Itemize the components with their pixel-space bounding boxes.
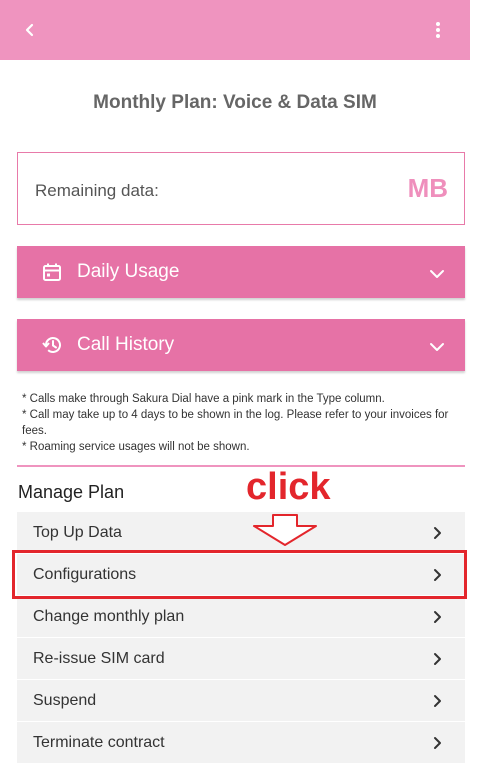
page-title: Monthly Plan: Voice & Data SIM [93, 92, 377, 113]
chevron-right-icon [434, 737, 441, 749]
chevron-right-icon [434, 527, 441, 539]
back-button[interactable] [18, 18, 42, 42]
chevron-left-icon [25, 23, 34, 37]
menu-item-label: Re-issue SIM card [33, 650, 165, 667]
chevron-right-icon [434, 653, 441, 665]
chevron-right-icon [434, 569, 441, 581]
menu-item-configurations[interactable]: Configurations [17, 554, 465, 596]
chevron-down-icon [430, 343, 444, 351]
note-text: * Roaming service usages will not be sho… [22, 441, 250, 453]
manage-plan-list: Top Up Data Configurations Change monthl… [17, 512, 465, 764]
menu-item-suspend[interactable]: Suspend [17, 680, 465, 722]
app-screen: Monthly Plan: Voice & Data SIM Remaining… [0, 0, 470, 771]
remaining-data-unit: MB [407, 173, 448, 203]
chevron-right-icon [434, 695, 441, 707]
history-icon [42, 337, 61, 353]
more-vertical-icon [436, 22, 440, 38]
menu-item-label: Suspend [33, 692, 97, 709]
note-text: * Calls make through Sakura Dial have a … [22, 393, 385, 405]
click-annotation-label: click [246, 466, 331, 508]
section-divider [17, 465, 465, 467]
menu-item-label: Top Up Data [33, 524, 122, 541]
down-arrow-annotation-icon [253, 514, 317, 546]
menu-item-change-monthly-plan[interactable]: Change monthly plan [17, 596, 465, 638]
menu-item-label: Configurations [33, 566, 137, 583]
call-history-label: Call History [77, 334, 175, 355]
remaining-data-label: Remaining data: [35, 181, 159, 200]
calendar-icon [43, 263, 61, 281]
call-history-accordion[interactable]: Call History [17, 319, 465, 371]
top-app-bar [0, 0, 470, 60]
menu-item-top-up-data[interactable]: Top Up Data [17, 512, 465, 554]
daily-usage-accordion[interactable]: Daily Usage [17, 246, 465, 298]
note-text: * Call may take up to 4 days to be shown… [22, 409, 449, 437]
more-options-button[interactable] [426, 18, 450, 42]
usage-notes: * Calls make through Sakura Dial have a … [22, 391, 468, 455]
chevron-right-icon [434, 611, 441, 623]
daily-usage-label: Daily Usage [77, 261, 180, 282]
menu-item-label: Terminate contract [33, 734, 165, 751]
remaining-data-card: Remaining data: MB [17, 152, 465, 225]
menu-item-label: Change monthly plan [33, 608, 185, 625]
manage-plan-title: Manage Plan [18, 482, 125, 502]
menu-item-reissue-sim-card[interactable]: Re-issue SIM card [17, 638, 465, 680]
chevron-down-icon [430, 270, 444, 278]
menu-item-terminate-contract[interactable]: Terminate contract [17, 722, 465, 764]
